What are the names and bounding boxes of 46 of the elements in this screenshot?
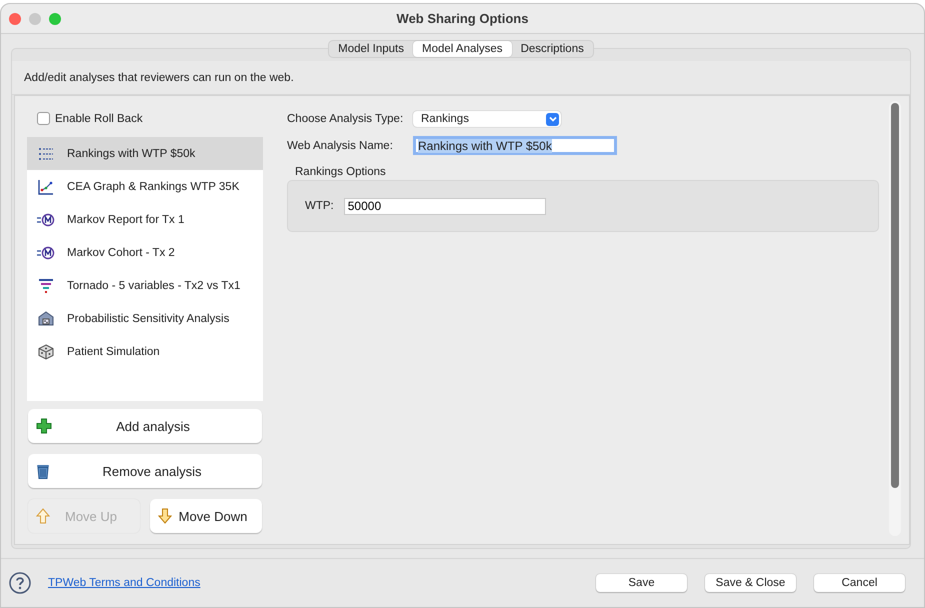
line-chart-icon [37, 178, 55, 194]
checkbox[interactable] [37, 112, 50, 125]
scroll-thumb[interactable] [891, 103, 899, 488]
help-icon[interactable] [9, 572, 31, 594]
markov-node-icon [37, 244, 55, 260]
zoom-icon[interactable] [49, 12, 61, 24]
numbered-list-icon [37, 146, 55, 162]
dice-icon [37, 344, 55, 360]
analysis-list-item[interactable]: Tornado - 5 variables - Tx2 vs Tx1 [27, 269, 263, 302]
analysis-list-item[interactable]: Patient Simulation [27, 335, 263, 368]
down-button[interactable]: Move Down [150, 499, 262, 533]
close-icon[interactable] [9, 12, 21, 24]
window-title: Web Sharing Options [396, 11, 528, 26]
field-label: Web Analysis Name: [287, 140, 394, 152]
field-label: WTP: [305, 200, 334, 212]
analysis-list-item[interactable]: Markov Cohort - Tx 2 [27, 236, 263, 269]
group-title: Rankings Options [294, 165, 387, 178]
input-field[interactable]: 50000 [344, 198, 546, 214]
trash-icon [36, 463, 50, 479]
scrollbar[interactable] [889, 101, 901, 536]
chevron-icon [546, 112, 559, 126]
markov-node-icon [37, 212, 55, 228]
dialog-button[interactable]: Save & Close [705, 574, 796, 592]
up-arrow-icon [36, 508, 50, 524]
tornado-chart-icon [37, 278, 55, 294]
add-button[interactable]: Add analysis [28, 409, 262, 443]
description-text: Add/edit analyses that reviewers can run on the web. [24, 72, 294, 84]
terms-link[interactable]: TPWeb Terms and Conditions [48, 577, 200, 589]
analysis-list-item[interactable]: CEA Graph & Rankings WTP 35K [27, 170, 263, 203]
analysis-list-item[interactable]: Rankings with WTP $50k [27, 137, 263, 170]
house-dice-icon [37, 310, 55, 326]
tab[interactable]: Model Analyses [413, 41, 512, 57]
checkbox-label: Enable Roll Back [55, 112, 143, 124]
dialog-button[interactable]: Save [596, 574, 687, 592]
remove-button[interactable]: Remove analysis [28, 454, 262, 488]
analysis-list-item[interactable]: Markov Report for Tx 1 [27, 203, 263, 236]
tab[interactable]: Descriptions [512, 41, 593, 57]
tab[interactable]: Model Inputs [329, 41, 414, 57]
plus-icon [36, 418, 52, 434]
input-field[interactable]: Rankings with WTP $50k [413, 136, 617, 155]
down-arrow-icon [158, 508, 172, 524]
analysis-list-item[interactable]: Probabilistic Sensitivity Analysis [27, 302, 263, 335]
minimize-icon[interactable] [29, 12, 41, 24]
dialog-button[interactable]: Cancel [814, 574, 905, 592]
field-label: Choose Analysis Type: [287, 113, 404, 125]
analysis-type-dropdown[interactable]: Rankings [413, 111, 561, 127]
